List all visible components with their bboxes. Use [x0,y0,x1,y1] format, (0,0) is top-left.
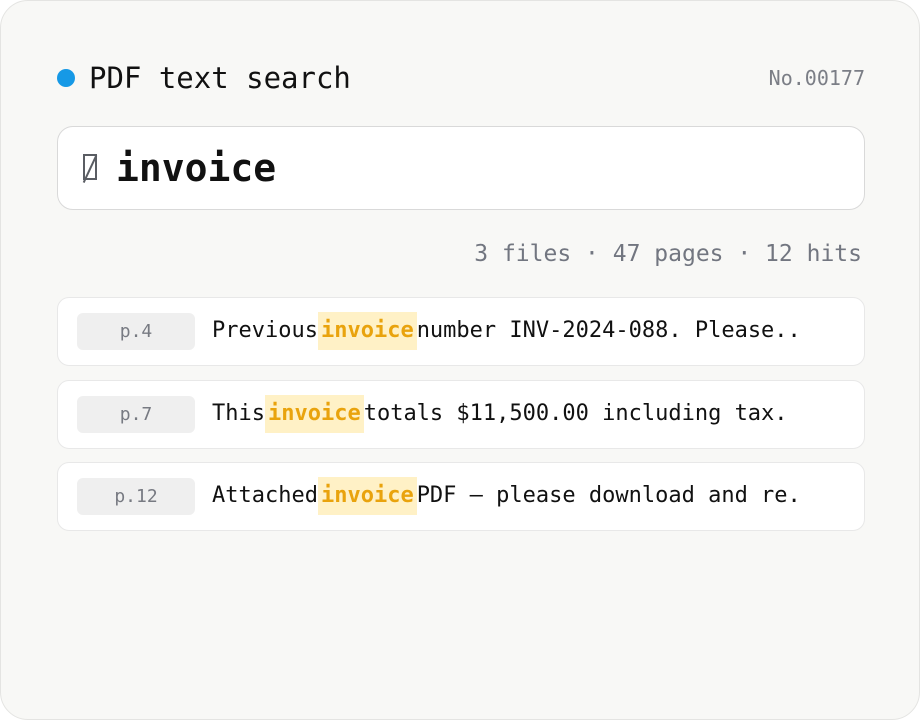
result-item[interactable]: p.12 Attached invoice PDF — please downloa… [57,462,865,531]
header: PDF text search No.00177 [57,59,865,97]
result-snippet: Previous invoice number INV-2024-088. Plea… [212,312,844,350]
result-item[interactable]: p.4 Previous invoice number INV-2024-088. … [57,297,865,366]
search-card: PDF text search No.00177 3 files · 47 pa… [0,0,920,720]
page-title: PDF text search [89,61,351,95]
match-highlight: invoice [317,477,417,515]
match-highlight: invoice [264,395,364,433]
match-highlight: invoice [317,312,417,350]
search-box[interactable] [57,126,865,210]
search-icon [83,154,97,180]
document-number: No.00177 [768,66,865,90]
snippet-after: totals $11,500.00 including tax. [363,401,788,426]
page-badge: p.7 [77,396,195,433]
result-item[interactable]: p.7 This invoice totals $11,500.00 includi… [57,380,865,449]
page-badge: p.4 [77,313,195,350]
snippet-before: Attached [212,483,318,508]
page-badge: p.12 [77,478,195,515]
status-dot [57,69,75,87]
snippet-before: Previous [212,318,318,343]
search-input[interactable] [116,127,836,209]
snippet-before: This [212,401,265,426]
result-snippet: Attached invoice PDF — please download and… [212,477,844,515]
result-snippet: This invoice totals $11,500.00 including t… [212,395,844,433]
results-summary: 3 files · 47 pages · 12 hits [474,241,862,267]
snippet-after: PDF — please download and re. [416,483,801,508]
snippet-after: number INV-2024-088. Please.. [416,318,801,343]
